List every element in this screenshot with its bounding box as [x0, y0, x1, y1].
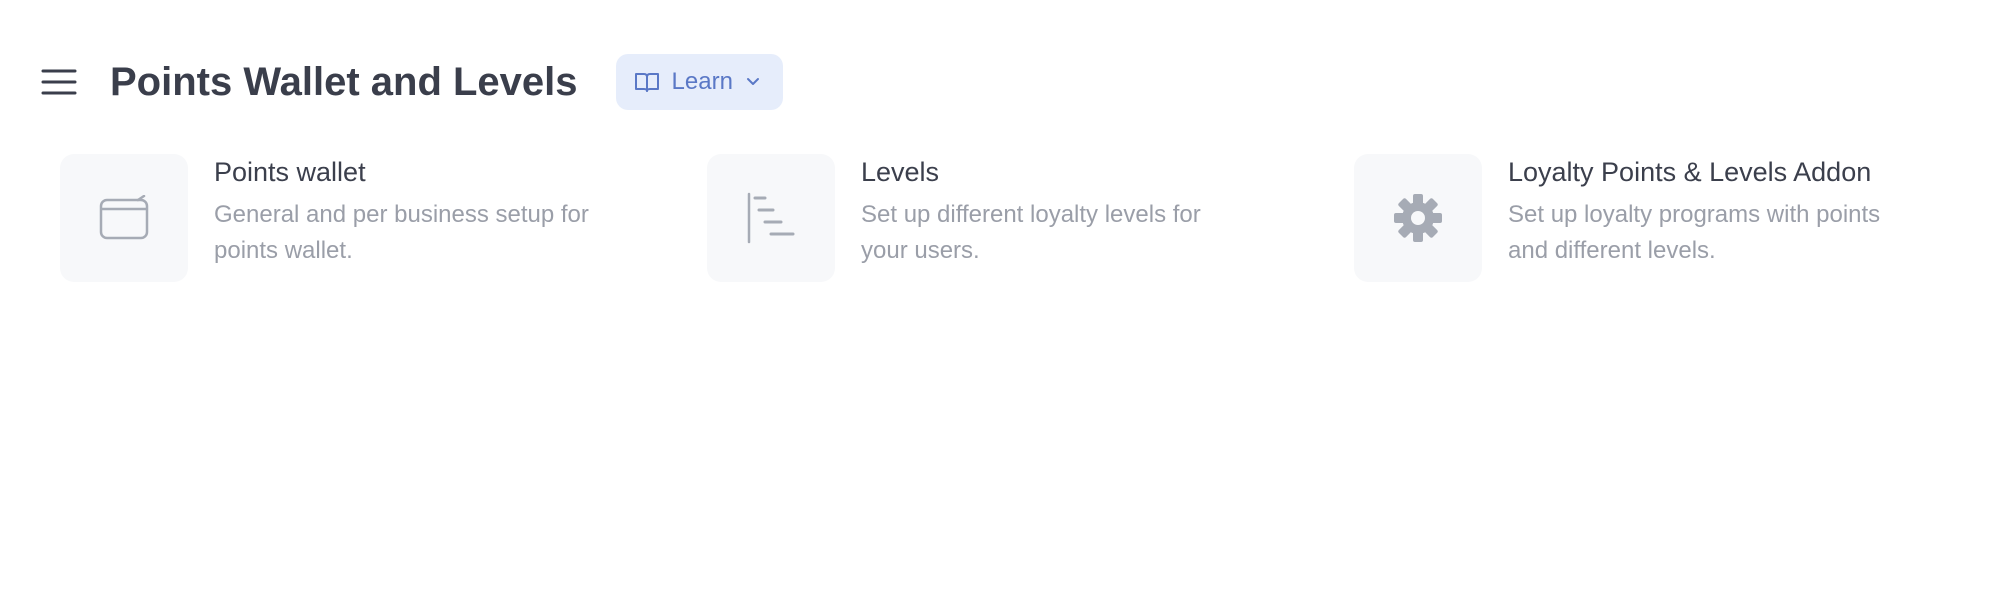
card-text: Loyalty Points & Levels Addon Set up loy… [1508, 154, 1888, 282]
card-title: Levels [861, 157, 940, 187]
card-description: Set up different loyalty levels for your… [861, 201, 1201, 264]
card-text: Levels Set up different loyalty levels f… [861, 154, 1251, 282]
learn-label: Learn [671, 68, 733, 95]
levels-icon [747, 192, 795, 244]
card-levels[interactable]: Levels Set up different loyalty levels f… [707, 154, 1307, 282]
wallet-icon [99, 195, 149, 240]
card-loyalty-addon[interactable]: Loyalty Points & Levels Addon Set up loy… [1354, 154, 1954, 282]
card-description: General and per business setup for point… [214, 201, 589, 264]
chevron-down-icon [746, 78, 759, 85]
hamburger-menu-icon [41, 69, 77, 95]
page-title: Points Wallet and Levels [110, 59, 578, 104]
card-icon-tile [60, 154, 188, 282]
card-icon-tile [1354, 154, 1482, 282]
card-title: Loyalty Points & Levels Addon [1508, 157, 1872, 187]
card-points-wallet[interactable]: Points wallet General and per business s… [60, 154, 660, 282]
gear-icon [1394, 194, 1442, 242]
book-open-icon [634, 73, 659, 92]
page-header: Points Wallet and Levels Learn [40, 52, 783, 112]
card-icon-tile [707, 154, 835, 282]
card-title: Points wallet [214, 157, 366, 187]
card-text: Points wallet General and per business s… [214, 154, 604, 282]
learn-dropdown-button[interactable]: Learn [615, 54, 783, 110]
menu-button[interactable] [40, 66, 78, 98]
card-description: Set up loyalty programs with points and … [1508, 201, 1881, 264]
